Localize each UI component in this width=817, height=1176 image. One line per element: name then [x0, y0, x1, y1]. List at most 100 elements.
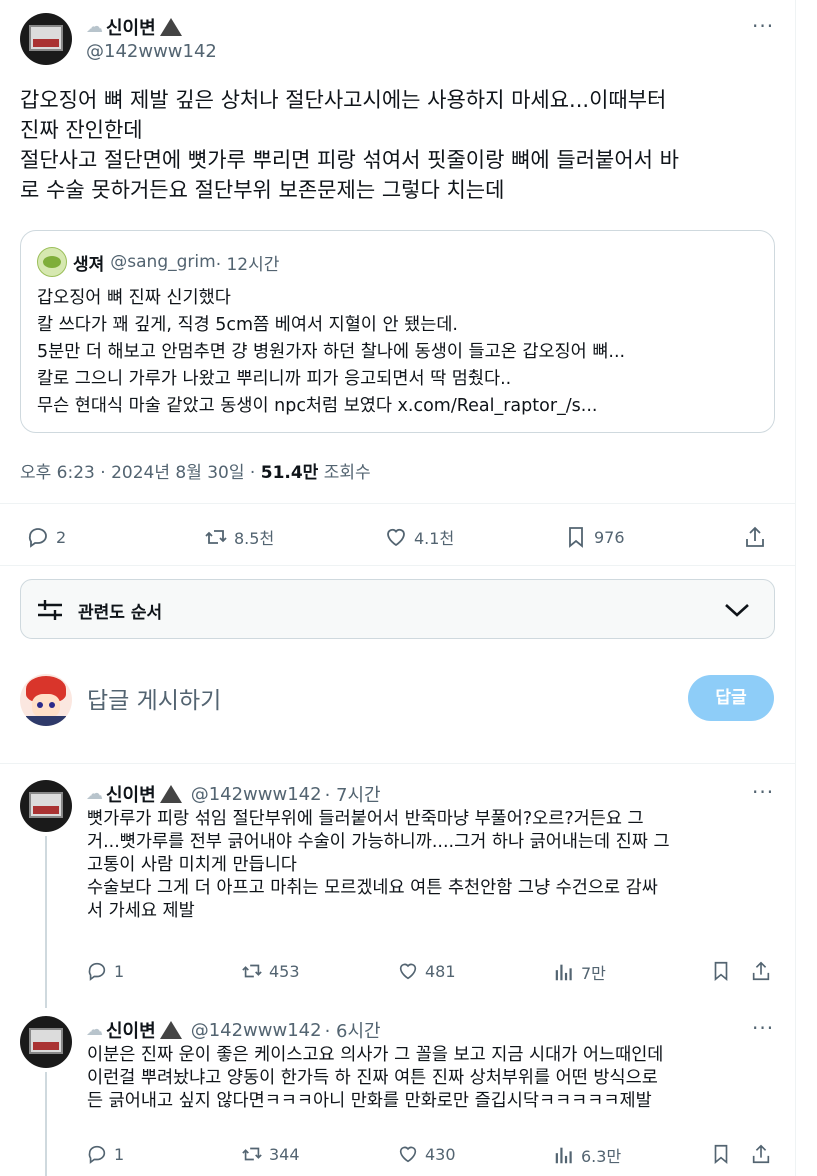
reply-count: 2: [56, 527, 67, 547]
bookmark-button[interactable]: [710, 1143, 732, 1165]
like-button[interactable]: 430: [397, 1143, 456, 1165]
reply-submit-button[interactable]: 답글: [688, 675, 774, 721]
reply-text: 이분은 진짜 운이 좋은 케이스고요 의사가 그 꼴을 보고 지금 시대가 어느…: [87, 1044, 787, 1113]
reply-text-line: 이런걸 뿌려놨냐고 양동이 한가득 하 진짜 여튼 진짜 상처부위를 어떤 방식…: [87, 1068, 658, 1088]
view-count: 7만: [581, 964, 606, 983]
reply-text-line: 이분은 진짜 운이 좋은 케이스고요 의사가 그 꼴을 보고 지금 시대가 어느…: [87, 1045, 664, 1065]
author-handle[interactable]: @142www142: [86, 41, 217, 62]
cloud-icon: ☁: [86, 784, 103, 804]
divider: [0, 565, 795, 566]
retweet-icon: [205, 530, 227, 544]
analytics-icon: [555, 964, 572, 981]
like-button[interactable]: 4.1천: [384, 525, 454, 549]
quote-time: · 12시간: [215, 254, 280, 275]
quote-text-line: 갑오징어 뼈 진짜 신기했다: [37, 288, 231, 308]
reply-text: 뼛가루가 피랑 섞임 절단부위에 들러붙어서 반죽마냥 부풀어?오르?거든요 그…: [87, 808, 787, 923]
reply-button[interactable]: 1: [86, 1143, 124, 1165]
bookmark-count: 976: [594, 527, 625, 547]
author-display-name: 신이변: [106, 18, 156, 39]
tweet-text-line: 로 수술 못하거든요 절단부위 보존문제는 그렇다 치는데: [20, 178, 505, 202]
quote-text-line: 칼 쓰다가 꽤 깊게, 직경 5cm쯤 베여서 지혈이 안 됐는데.: [37, 315, 458, 335]
reply-handle[interactable]: @142www142: [191, 1020, 322, 1041]
share-button[interactable]: [750, 1143, 772, 1165]
reply-text-line: 뼛가루가 피랑 섞임 절단부위에 들러붙어서 반죽마냥 부풀어?오르?거든요 그: [87, 809, 644, 829]
retweet-button[interactable]: 344: [241, 1143, 300, 1165]
heart-icon: [399, 963, 417, 980]
reply-button[interactable]: 1: [86, 960, 124, 982]
more-options-icon[interactable]: ···: [752, 1016, 774, 1040]
reply-button[interactable]: 2: [26, 525, 66, 549]
cloud-icon: ☁: [86, 1020, 103, 1040]
tweet-text-line: 절단사고 절단면에 뼛가루 뿌리면 피랑 섞여서 핏줄이랑 뼈에 들러붙어서 바: [20, 148, 679, 172]
reply-avatar[interactable]: [20, 1016, 72, 1068]
view-count: 6.3만: [581, 1147, 622, 1166]
heart-icon: [399, 1146, 417, 1163]
quote-text: 갑오징어 뼈 진짜 신기했다 칼 쓰다가 꽤 깊게, 직경 5cm쯤 베여서 지…: [37, 285, 625, 420]
reply-text-line: 든 긁어내고 싶지 않다면ㅋㅋㅋ아니 만화를 만화로만 즐깁시닥ㅋㅋㅋㅋㅋ제발: [87, 1091, 652, 1111]
divider: [0, 763, 795, 764]
analytics-icon: [555, 1147, 572, 1164]
sort-dropdown[interactable]: 관련도 순서: [20, 579, 775, 639]
share-button[interactable]: [750, 960, 772, 982]
reply-count: 1: [114, 961, 125, 981]
more-options-icon[interactable]: ···: [752, 14, 774, 38]
reply-icon: [88, 1145, 106, 1164]
share-button[interactable]: [743, 525, 767, 549]
bookmark-icon: [569, 527, 583, 548]
chevron-down-icon: [725, 604, 749, 617]
reply-display-name[interactable]: 신이변: [106, 1017, 156, 1043]
author-name-row[interactable]: ☁ 신이변: [86, 14, 182, 40]
quote-text-line: 무슨 현대식 마술 같았고 동생이 npc처럼 보였다 x.com/Real_r…: [37, 396, 598, 416]
reply-time[interactable]: · 7시간: [325, 781, 381, 807]
cloud-icon: ☁: [86, 17, 103, 37]
share-icon: [752, 1144, 770, 1164]
thread-line: [45, 1072, 47, 1176]
quoted-tweet[interactable]: 생져 @sang_grim · 12시간 갑오징어 뼈 진짜 신기했다 칼 쓰다…: [20, 230, 775, 433]
tweet-meta: 오후 6:23 · 2024년 8월 30일 · 51.4만 조회수: [20, 458, 371, 483]
reply-display-name[interactable]: 신이변: [106, 781, 156, 807]
compose-avatar[interactable]: [20, 674, 72, 726]
retweet-button[interactable]: 453: [241, 960, 300, 982]
reply-header: ☁ 신이변 @142www142 · 7시간: [86, 781, 381, 807]
view-count: 51.4만: [260, 463, 319, 483]
retweet-button[interactable]: 8.5천: [204, 525, 274, 549]
heart-icon: [387, 528, 405, 547]
tweet-text: 갑오징어 뼈 제발 깊은 상처나 절단사고시에는 사용하지 마세요...이때부터…: [20, 85, 790, 205]
quote-handle: @sang_grim: [110, 252, 216, 272]
reply-count: 1: [114, 1144, 125, 1164]
reply-text-line: 수술보다 그게 더 아프고 마취는 모르겠네요 여튼 추천안함 그냥 수건으로 …: [87, 878, 658, 898]
compose-input[interactable]: 답글 게시하기: [87, 681, 221, 715]
like-count: 481: [425, 961, 456, 981]
reply-handle[interactable]: @142www142: [191, 784, 322, 805]
quote-text-line: 칼로 그으니 가루가 나왔고 뿌리니까 피가 응고되면서 딱 멈췄다..: [37, 369, 512, 389]
tweet-text-line: 진짜 잔인한데: [20, 118, 143, 142]
tweet-timestamp[interactable]: 오후 6:23 · 2024년 8월 30일 ·: [20, 463, 261, 483]
bookmark-icon: [714, 1144, 728, 1165]
reply-avatar[interactable]: [20, 780, 72, 832]
bookmark-button[interactable]: [710, 960, 732, 982]
bookmark-button[interactable]: 976: [564, 525, 625, 549]
share-icon: [752, 961, 770, 981]
like-count: 430: [425, 1144, 456, 1164]
thread-line: [45, 836, 47, 1008]
more-options-icon[interactable]: ···: [752, 780, 774, 804]
author-avatar[interactable]: [20, 13, 72, 65]
view-label: 조회수: [318, 463, 371, 483]
retweet-count: 344: [269, 1144, 300, 1164]
reply-icon: [88, 962, 106, 981]
quote-display-name: 생져: [73, 254, 105, 275]
like-button[interactable]: 481: [397, 960, 456, 982]
quote-header: 생져 @sang_grim · 12시간: [37, 247, 279, 277]
retweet-icon: [242, 1147, 262, 1161]
mountain-icon: [159, 1021, 182, 1039]
quote-text-line: 5분만 더 해보고 안멈추면 걍 병원가자 하던 찰나에 동생이 들고온 갑오징…: [37, 342, 626, 362]
like-count: 4.1천: [414, 529, 455, 548]
reply-text-line: 고통이 사람 미치게 만듭니다: [87, 855, 297, 875]
mountain-icon: [159, 785, 182, 803]
reply-icon: [28, 528, 47, 548]
views-button[interactable]: 7만: [553, 960, 606, 984]
reply-time[interactable]: · 6시간: [325, 1017, 381, 1043]
column-border: [795, 0, 796, 1176]
views-button[interactable]: 6.3만: [553, 1143, 621, 1167]
mountain-icon: [159, 18, 182, 36]
